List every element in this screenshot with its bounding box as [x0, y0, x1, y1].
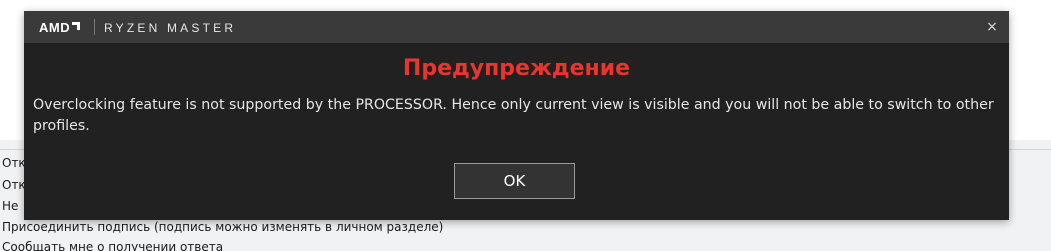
option-label: Присоединить подпись (подпись можно изме…: [2, 220, 444, 234]
warning-dialog: AMD RYZEN MASTER × Предупреждение Overcl…: [24, 11, 1009, 220]
option-item[interactable]: Отк: [2, 178, 26, 193]
option-label: Сообщать мне о получении ответа: [2, 240, 224, 251]
option-label: Не: [2, 199, 19, 213]
dialog-titlebar[interactable]: AMD RYZEN MASTER ×: [24, 11, 1009, 43]
option-attach-signature[interactable]: Присоединить подпись (подпись можно изме…: [2, 220, 443, 235]
dialog-message: Overclocking feature is not supported by…: [33, 97, 994, 134]
amd-arrow-icon: [72, 22, 81, 30]
amd-logo: AMD: [39, 20, 81, 35]
option-notify-reply[interactable]: Сообщать мне о получении ответа: [2, 240, 223, 251]
titlebar-divider: [94, 19, 95, 35]
option-item[interactable]: Не: [2, 199, 18, 214]
close-icon[interactable]: ×: [983, 18, 1001, 36]
brand-text: AMD: [39, 20, 71, 35]
option-label: Отк: [2, 178, 26, 192]
ok-button[interactable]: OK: [454, 163, 575, 199]
app-title: RYZEN MASTER: [104, 21, 237, 35]
option-item[interactable]: Отк: [2, 156, 26, 171]
option-label: Отк: [2, 156, 26, 170]
dialog-heading: Предупреждение: [402, 56, 631, 81]
